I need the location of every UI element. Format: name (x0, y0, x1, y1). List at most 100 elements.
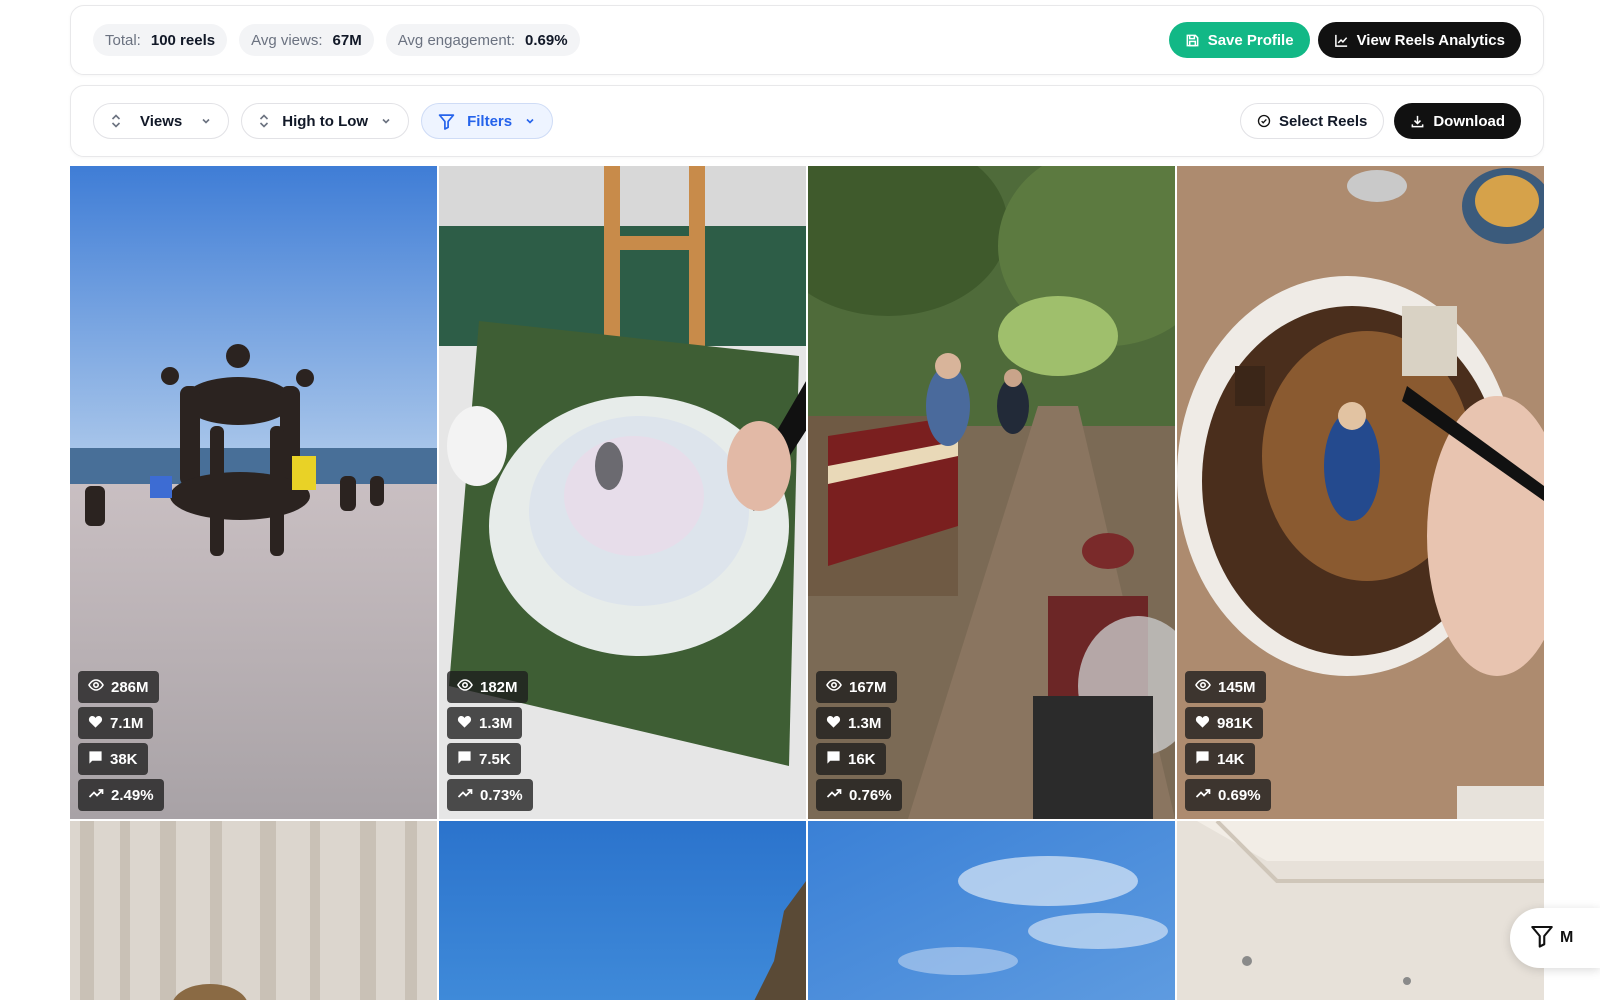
comment-icon (457, 750, 472, 769)
reel-stats: 145M 981K 14K 0.69% (1185, 671, 1271, 811)
sort-arrows-icon (258, 113, 270, 129)
heart-icon (88, 714, 103, 733)
select-reels-label: Select Reels (1278, 112, 1368, 130)
engagement-value: 2.49% (111, 786, 154, 804)
avg-engagement-label: Avg engagement: (397, 31, 516, 49)
engagement-badge: 0.76% (816, 779, 902, 811)
engagement-value: 0.69% (1218, 786, 1261, 804)
view-analytics-label: View Reels Analytics (1356, 31, 1505, 49)
chevron-down-icon (200, 115, 212, 127)
comment-icon (1195, 750, 1210, 769)
sort-field-label: Views (140, 112, 183, 130)
total-label: Total: (105, 31, 141, 49)
avg-engagement-stat: Avg engagement: 0.69% (385, 24, 580, 56)
selection-group: Select Reels Download (1239, 103, 1521, 139)
comment-icon (88, 750, 103, 769)
eye-icon (457, 677, 473, 697)
save-icon (1185, 33, 1200, 48)
comments-badge: 16K (816, 743, 886, 775)
avg-engagement-value: 0.69% (525, 31, 568, 49)
sort-filter-group: Views High to Low Filters (93, 103, 554, 139)
likes-value: 1.3M (848, 714, 882, 732)
comments-badge: 14K (1185, 743, 1255, 775)
engagement-badge: 0.73% (447, 779, 533, 811)
reel-card[interactable] (1177, 821, 1544, 1000)
profile-actions: Save Profile View Reels Analytics (1168, 22, 1521, 58)
engagement-value: 0.73% (480, 786, 523, 804)
sort-arrows-icon (110, 113, 122, 129)
trending-up-icon (457, 785, 473, 805)
filter-icon (438, 113, 455, 130)
views-badge: 167M (816, 671, 897, 703)
view-reels-analytics-button[interactable]: View Reels Analytics (1317, 22, 1521, 58)
download-label: Download (1433, 112, 1505, 130)
eye-icon (826, 677, 842, 697)
engagement-value: 0.76% (849, 786, 892, 804)
total-reels-stat: Total: 100 reels (93, 24, 228, 56)
floating-filter-button[interactable]: M (1510, 908, 1600, 968)
likes-value: 7.1M (110, 714, 144, 732)
comment-icon (826, 750, 841, 769)
download-icon (1410, 114, 1425, 129)
reel-card[interactable]: 145M 981K 14K 0.69% (1177, 166, 1544, 819)
download-button[interactable]: Download (1394, 103, 1521, 139)
likes-value: 981K (1217, 714, 1253, 732)
likes-badge: 981K (1185, 707, 1263, 739)
reels-grid: 286M 7.1M 38K 2.49% 182M 1.3M 7.5K 0.73%… (70, 166, 1544, 1000)
sort-order-label: High to Low (282, 112, 369, 130)
reel-thumbnail-sky-cliff (439, 821, 806, 1000)
likes-value: 1.3M (479, 714, 513, 732)
line-chart-icon (1334, 33, 1349, 48)
engagement-badge: 2.49% (78, 779, 164, 811)
comments-value: 14K (1217, 750, 1245, 768)
reel-card[interactable]: 167M 1.3M 16K 0.76% (808, 166, 1175, 819)
filter-icon (1530, 924, 1554, 953)
reel-thumbnail-ceiling (1177, 821, 1544, 1000)
trending-up-icon (88, 785, 104, 805)
comments-badge: 7.5K (447, 743, 521, 775)
chevron-down-icon (524, 115, 536, 127)
sort-field-select[interactable]: Views (93, 103, 230, 139)
save-profile-button[interactable]: Save Profile (1168, 22, 1310, 58)
total-value: 100 reels (150, 31, 216, 49)
avg-views-value: 67M (332, 31, 362, 49)
reel-stats: 286M 7.1M 38K 2.49% (78, 671, 164, 811)
check-circle-icon (1257, 114, 1271, 128)
likes-badge: 1.3M (447, 707, 523, 739)
sort-order-select[interactable]: High to Low (241, 103, 410, 139)
heart-icon (457, 714, 472, 733)
views-badge: 145M (1185, 671, 1266, 703)
stats-bar: Total: 100 reels Avg views: 67M Avg enga… (70, 5, 1544, 75)
trending-up-icon (826, 785, 842, 805)
reel-thumbnail-sky-clouds (808, 821, 1175, 1000)
reel-thumbnail-curtains (70, 821, 437, 1000)
engagement-badge: 0.69% (1185, 779, 1271, 811)
select-reels-button[interactable]: Select Reels (1239, 103, 1385, 139)
trending-up-icon (1195, 785, 1211, 805)
reel-card[interactable]: 182M 1.3M 7.5K 0.73% (439, 166, 806, 819)
eye-icon (88, 677, 104, 697)
floating-filter-label: M (1560, 929, 1574, 946)
chevron-down-icon (380, 115, 392, 127)
save-profile-label: Save Profile (1207, 31, 1294, 49)
views-value: 145M (1218, 678, 1256, 696)
reel-card[interactable]: 286M 7.1M 38K 2.49% (70, 166, 437, 819)
filters-button[interactable]: Filters (421, 103, 554, 139)
reel-card[interactable] (808, 821, 1175, 1000)
likes-badge: 1.3M (816, 707, 892, 739)
toolbar: Views High to Low Filters Select Reels D… (70, 85, 1544, 157)
reel-card[interactable] (70, 821, 437, 1000)
reel-stats: 182M 1.3M 7.5K 0.73% (447, 671, 533, 811)
comments-badge: 38K (78, 743, 148, 775)
avg-views-label: Avg views: (251, 31, 323, 49)
reel-stats: 167M 1.3M 16K 0.76% (816, 671, 902, 811)
avg-views-stat: Avg views: 67M (239, 24, 374, 56)
comments-value: 16K (848, 750, 876, 768)
heart-icon (826, 714, 841, 733)
views-value: 286M (111, 678, 149, 696)
views-badge: 182M (447, 671, 528, 703)
comments-value: 7.5K (479, 750, 511, 768)
views-value: 182M (480, 678, 518, 696)
likes-badge: 7.1M (78, 707, 154, 739)
reel-card[interactable] (439, 821, 806, 1000)
